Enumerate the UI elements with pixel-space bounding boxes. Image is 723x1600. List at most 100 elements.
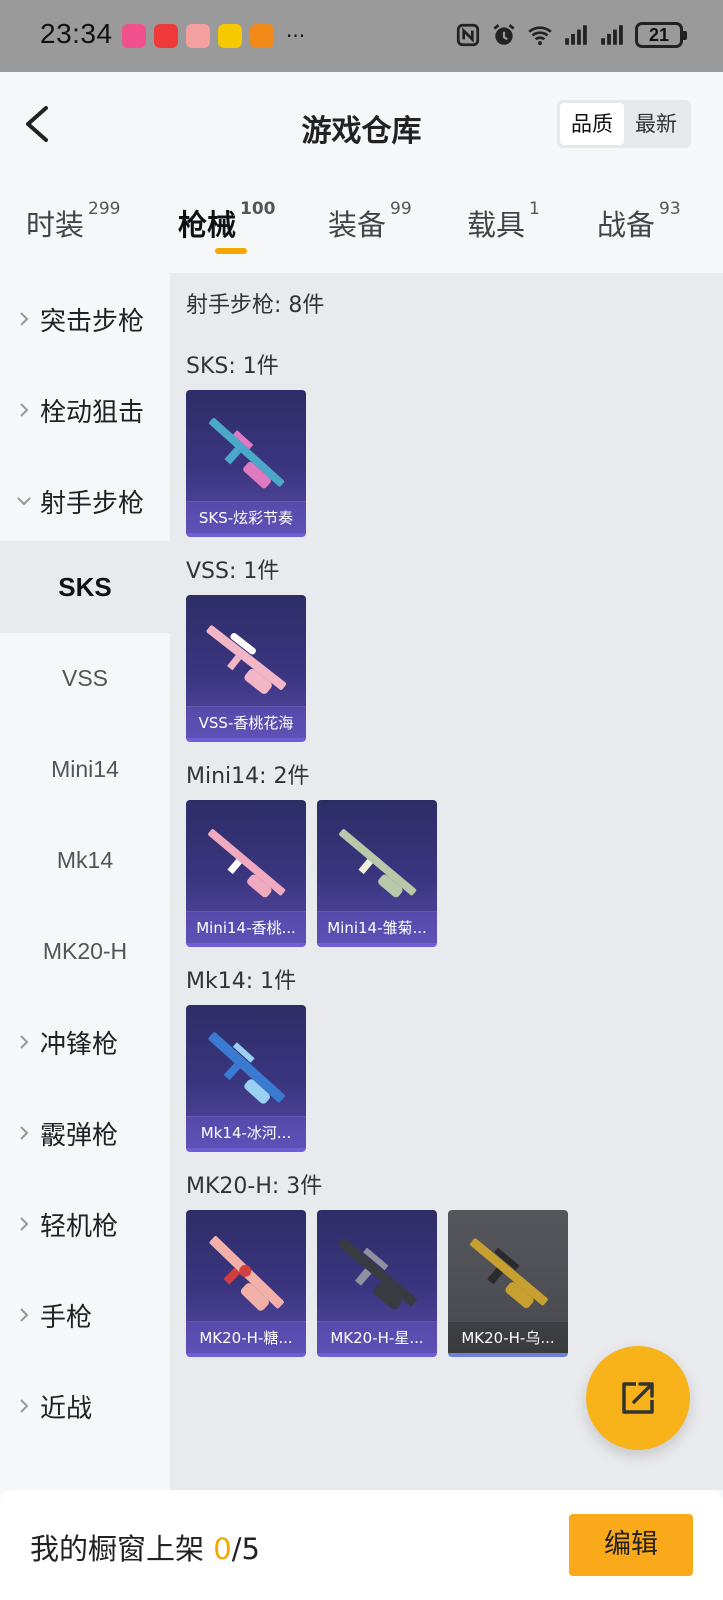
item-card-label: MK20-H-乌... (448, 1321, 568, 1353)
sort-by-newest-button[interactable]: 最新 (624, 103, 688, 145)
tab-count: 100 (240, 199, 276, 219)
tab-label: 载具 (467, 208, 526, 242)
signal-2-icon (601, 25, 623, 45)
tab-supplies[interactable]: 战备 93 (597, 199, 681, 244)
item-card[interactable]: Mini14-香桃... (186, 800, 306, 947)
tab-fashion[interactable]: 时装 299 (26, 199, 120, 244)
rifle-icon (208, 829, 286, 898)
item-card[interactable]: SKS-炫彩节奏 (186, 390, 306, 537)
sidebar-item-smg[interactable]: 冲锋枪 (0, 996, 170, 1088)
wifi-icon (528, 26, 552, 46)
tab-label: 战备 (597, 208, 656, 242)
rifle-icon (338, 1238, 417, 1310)
rifle-icon (339, 829, 417, 898)
sidebar-subitem-vss[interactable]: VSS (0, 632, 170, 724)
chevron-right-icon (20, 403, 29, 417)
sidebar-subitem-mini14[interactable]: Mini14 (0, 723, 170, 815)
group-title-mini14: Mini14: 2件 (186, 764, 310, 789)
category-tabs: 时装 299 枪械 100 装备 99 载具 1 战备 93 (0, 178, 723, 273)
page-header: 游戏仓库 品质 最新 (0, 72, 723, 178)
sidebar-subitem-mk14[interactable]: Mk14 (0, 814, 170, 906)
share-external-icon (622, 1382, 654, 1414)
edit-button[interactable]: 编辑 (569, 1514, 693, 1576)
sidebar-item-label: 轻机枪 (40, 1211, 119, 1242)
rifle-icon (209, 1236, 284, 1311)
sort-toggle: 品质 最新 (557, 100, 691, 148)
battery-indicator: 21 (635, 22, 687, 48)
sidebar-item-marksman-rifle[interactable]: 射手步枪 (0, 455, 170, 547)
item-card[interactable]: Mini14-雏菊... (317, 800, 437, 947)
tab-count: 99 (390, 199, 412, 219)
item-card-label: Mini14-香桃... (186, 911, 306, 943)
active-tab-indicator (215, 248, 247, 254)
tab-equipment[interactable]: 装备 99 (328, 199, 412, 244)
item-card-label: Mini14-雏菊... (317, 911, 437, 943)
app-icon-orange (250, 24, 274, 48)
sidebar-item-label: 近战 (40, 1393, 93, 1424)
chevron-right-icon (20, 1308, 29, 1322)
sidebar-item-lmg[interactable]: 轻机枪 (0, 1178, 170, 1270)
sidebar-item-melee[interactable]: 近战 (0, 1360, 170, 1452)
tab-vehicles[interactable]: 载具 1 (467, 199, 540, 244)
tab-label: 枪械 (178, 208, 237, 242)
status-bar: 23:34 ··· 21 (0, 0, 723, 72)
chevron-right-icon (20, 1399, 29, 1413)
item-card[interactable]: MK20-H-乌... (448, 1210, 568, 1357)
chevron-right-icon (20, 1217, 29, 1231)
sidebar-item-bolt-sniper[interactable]: 栓动狙击 (0, 364, 170, 456)
item-card[interactable]: Mk14-冰河... (186, 1005, 306, 1152)
showcase-total-count: /5 (231, 1532, 260, 1566)
status-app-icons: ··· (122, 24, 305, 48)
item-grid-panel: 射手步枪: 8件 SKS: 1件 SKS-炫彩节奏 VSS: 1件 VSS-香桃… (170, 273, 723, 1490)
chevron-right-icon (20, 1126, 29, 1140)
sidebar-item-assault-rifle[interactable]: 突击步枪 (0, 273, 170, 365)
item-card-label: MK20-H-星... (317, 1321, 437, 1353)
item-card[interactable]: MK20-H-糖... (186, 1210, 306, 1357)
chevron-right-icon (20, 312, 29, 326)
tab-label: 装备 (328, 208, 387, 242)
status-right: 21 (455, 22, 687, 48)
group-title-sks: SKS: 1件 (186, 354, 279, 379)
tab-count: 1 (529, 199, 540, 219)
sidebar-subitem-mk20h[interactable]: MK20-H (0, 905, 170, 997)
showcase-label: 我的橱窗上架 (30, 1532, 205, 1566)
sidebar: 突击步枪 栓动狙击 射手步枪 SKS VSS Mini14 Mk14 MK20-… (0, 273, 170, 1490)
tab-label: 时装 (26, 208, 85, 242)
app-icon-pink (122, 24, 146, 48)
alarm-icon (493, 24, 515, 45)
rifle-icon (208, 1032, 285, 1104)
item-card-label: VSS-香桃花海 (186, 706, 306, 738)
share-fab-button[interactable] (586, 1346, 690, 1450)
sidebar-item-shotgun[interactable]: 霰弹枪 (0, 1087, 170, 1179)
app-icon-pig (186, 24, 210, 48)
sidebar-item-label: 突击步枪 (40, 306, 145, 337)
sort-by-quality-button[interactable]: 品质 (560, 103, 624, 145)
group-title-mk20h: MK20-H: 3件 (186, 1174, 323, 1199)
rifle-icon (209, 417, 285, 489)
rifle-icon (470, 1238, 548, 1309)
status-time: 23:34 (40, 18, 113, 49)
rifle-icon (206, 625, 287, 694)
item-card-label: Mk14-冰河... (186, 1116, 306, 1148)
sidebar-item-label: 栓动狙击 (40, 397, 145, 428)
app-icon-seven (218, 24, 242, 48)
group-title-mk14: Mk14: 1件 (186, 969, 297, 994)
tab-count: 93 (659, 199, 681, 219)
item-card[interactable]: VSS-香桃花海 (186, 595, 306, 742)
bottom-bar: 我的橱窗上架 0/5 编辑 (0, 1490, 723, 1600)
chevron-right-icon (20, 1035, 29, 1049)
nfc-icon (456, 23, 480, 47)
showcase-status: 我的橱窗上架 0/5 (30, 1526, 260, 1568)
group-title-vss: VSS: 1件 (186, 559, 280, 584)
app-icon-red (154, 24, 178, 48)
sidebar-subitem-sks[interactable]: SKS (0, 541, 170, 633)
item-card[interactable]: MK20-H-星... (317, 1210, 437, 1357)
sidebar-item-label: 霰弹枪 (40, 1120, 119, 1151)
item-card-label: SKS-炫彩节奏 (186, 501, 306, 533)
section-title: 射手步枪: 8件 (186, 293, 325, 318)
sidebar-item-label: 射手步枪 (40, 488, 145, 519)
sidebar-item-label: 冲锋枪 (40, 1029, 119, 1060)
sidebar-item-pistol[interactable]: 手枪 (0, 1269, 170, 1361)
tab-guns[interactable]: 枪械 100 (178, 199, 276, 244)
sidebar-item-label: 手枪 (40, 1302, 93, 1333)
